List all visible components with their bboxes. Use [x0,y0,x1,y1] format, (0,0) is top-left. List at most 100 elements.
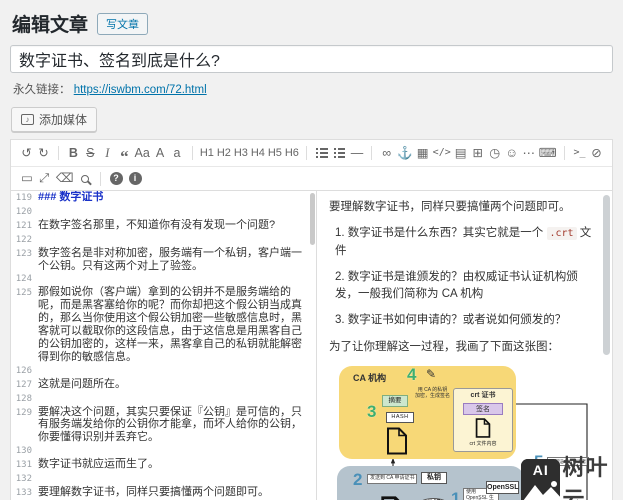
step-3-number: 3 [367,401,377,421]
lowercase-icon[interactable]: a [169,143,186,163]
toolbar-separator [564,146,566,160]
source-line[interactable]: 121 在数字签名那里，不知道你有没有发现一个问题? [11,219,316,233]
markdown-source-pane[interactable]: 119 ### 数字证书 120 121 在数字签名那里，不知道你有没有发现一个问题? 1… [11,191,317,500]
line-number: 122 [15,234,32,245]
toolbar-separator [58,146,59,160]
more-icon[interactable]: ⋯ [520,143,537,163]
crt-file-caption: crt 文件内容 [469,441,497,448]
h4-button[interactable]: H4 [249,143,266,163]
inline-code-icon[interactable]: </> [431,143,452,163]
link-icon[interactable]: ∞ [378,143,395,163]
italic-icon[interactable]: I [99,143,116,163]
source-vertical-scrollbar[interactable] [310,193,315,245]
page-header: 编辑文章 写文章 [12,10,613,37]
ordered-list-icon[interactable] [331,143,349,163]
line-text [38,472,316,486]
code-block-icon[interactable]: ▤ [452,143,469,163]
source-line[interactable]: 126 [11,364,316,378]
toolbar-row-1: ↺ ↻ B S I “Aa Aa H1 H2 H3 H4 H5 H6— ∞ ⚓ ▦ </> ▤ ⊞ ◷ ☺ ⋯ ⌨ >_ ⊘ [11,140,612,167]
source-line[interactable]: 123 数字签名是非对称加密，服务端有一个私钥，客户端一个公钥。只有这两个对上了验… [11,247,316,273]
source-line[interactable]: 129 要解决这个问题，其实只要保证『公钥』是可信的，只有服务端发给你的公钥你才能… [11,406,316,445]
source-line[interactable]: 127 这就是问题所在。 [11,378,316,392]
add-media-label: 添加媒体 [39,113,88,127]
emoji-icon[interactable]: ☺ [503,143,520,163]
table-icon[interactable]: ⊞ [469,143,486,163]
watermark-image-icon: AI [521,458,564,500]
add-new-post-button[interactable]: 写文章 [97,12,149,35]
preview-list-item: 2. 数字证书是谁颁发的？由权威证书认证机构颁发，一般我们简称为 CA 机构 [335,270,578,300]
search-icon[interactable] [77,169,94,189]
source-line[interactable]: 130 [11,444,316,458]
add-media-button[interactable]: ♪ 添加媒体 [11,107,98,132]
source-line[interactable]: 131 数字证书就应运而生了。 [11,458,316,472]
preview-list-item: 1. 数字证书是什么东西？其实它就是一个 .crt 文件 [335,227,592,257]
console-icon[interactable]: >_ [571,143,588,163]
preview-vertical-scrollbar[interactable] [603,195,610,355]
line-text: 数字证书就应运而生了。 [38,458,159,471]
bold-icon[interactable]: B [65,143,82,163]
strikethrough-icon[interactable]: S [82,143,99,163]
preview-off-icon[interactable]: ⊘ [588,143,605,163]
csr-document-icon [381,496,400,500]
step-4-number: 4 [407,364,417,384]
datetime-icon[interactable]: ◷ [486,143,503,163]
line-text: 这就是问题所在。 [38,377,126,390]
digest-box: 摘要 [382,394,408,407]
line-text [38,444,316,458]
inline-code: .crt [546,227,577,241]
redo-icon[interactable]: ↻ [35,143,52,163]
uppercase-icon[interactable]: A [152,143,169,163]
font-size-icon[interactable]: Aa [133,143,152,163]
h6-button[interactable]: H6 [283,143,300,163]
h5-button[interactable]: H5 [266,143,283,163]
permalink-row: 永久链接： https://iswbm.com/72.html [13,81,613,97]
line-number: 129 [15,407,32,418]
source-line[interactable]: 120 [11,205,316,219]
h3-button[interactable]: H3 [232,143,249,163]
h1-button[interactable]: H1 [198,143,215,163]
source-line[interactable]: 119 ### 数字证书 [11,191,316,205]
permalink-link[interactable]: https://iswbm.com/72.html [74,84,207,96]
source-line[interactable]: 122 [11,233,316,247]
crt-document-icon [475,418,491,438]
line-text [38,205,316,219]
line-number: 121 [15,220,32,231]
clear-icon[interactable]: ⌫ [53,169,77,189]
preview-lead: 为了让你理解这一过程，我画了下面这张图： [329,340,559,353]
line-text [38,392,316,406]
line-text: 在数字签名那里，不知道你有没有发现一个问题? [38,218,276,231]
crt-box-title: crt 证书 [470,391,496,399]
blockquote-icon[interactable]: “ [116,143,133,165]
line-text: 那假如说你（客户端）拿到的公钥并不是服务端给的呢，而是黑客塞给你的呢？而你却把这… [38,286,302,363]
horizontal-rule-icon[interactable]: — [348,143,365,163]
image-icon[interactable]: ▦ [414,143,431,163]
watermark-ai-label: AI [532,461,549,478]
source-line[interactable]: 128 [11,392,316,406]
undo-icon[interactable]: ↺ [18,143,35,163]
post-title-input[interactable] [10,45,613,73]
toolbar-separator [191,146,193,160]
fullscreen-icon[interactable]: ⤢ [36,169,53,189]
source-line[interactable]: 132 [11,472,316,486]
line-text: 数字签名是非对称加密，服务端有一个私钥，客户端一个公钥。只有这两个对上了验签。 [38,246,302,272]
watermark: AI 树叶云 [521,450,623,500]
step-1-number: 1 [451,488,461,500]
anchor-icon[interactable]: ⚓ [395,143,414,163]
source-line[interactable]: 133 要理解数字证书，同样只要搞懂两个问题即可。 [11,486,316,500]
line-text: ### 数字证书 [38,191,104,203]
line-text [38,272,316,286]
toolbar-separator [371,146,373,160]
line-number: 124 [15,274,32,285]
openssl-box: OpenSSL [486,480,519,494]
unordered-list-icon[interactable] [313,143,331,163]
media-icon: ♪ [21,114,34,125]
html-entities-icon[interactable]: ⌨ [537,143,558,163]
line-text [38,233,316,247]
source-line[interactable]: 125 那假如说你（客户端）拿到的公钥并不是服务端给的呢，而是黑客塞给你的呢？而你… [11,286,316,363]
help-icon[interactable]: ? [107,169,126,189]
ca-document-icon [387,427,407,455]
info-icon[interactable]: i [126,169,145,189]
source-line[interactable]: 124 [11,272,316,286]
watch-mode-icon[interactable]: ▭ [18,169,36,189]
h2-button[interactable]: H2 [215,143,232,163]
